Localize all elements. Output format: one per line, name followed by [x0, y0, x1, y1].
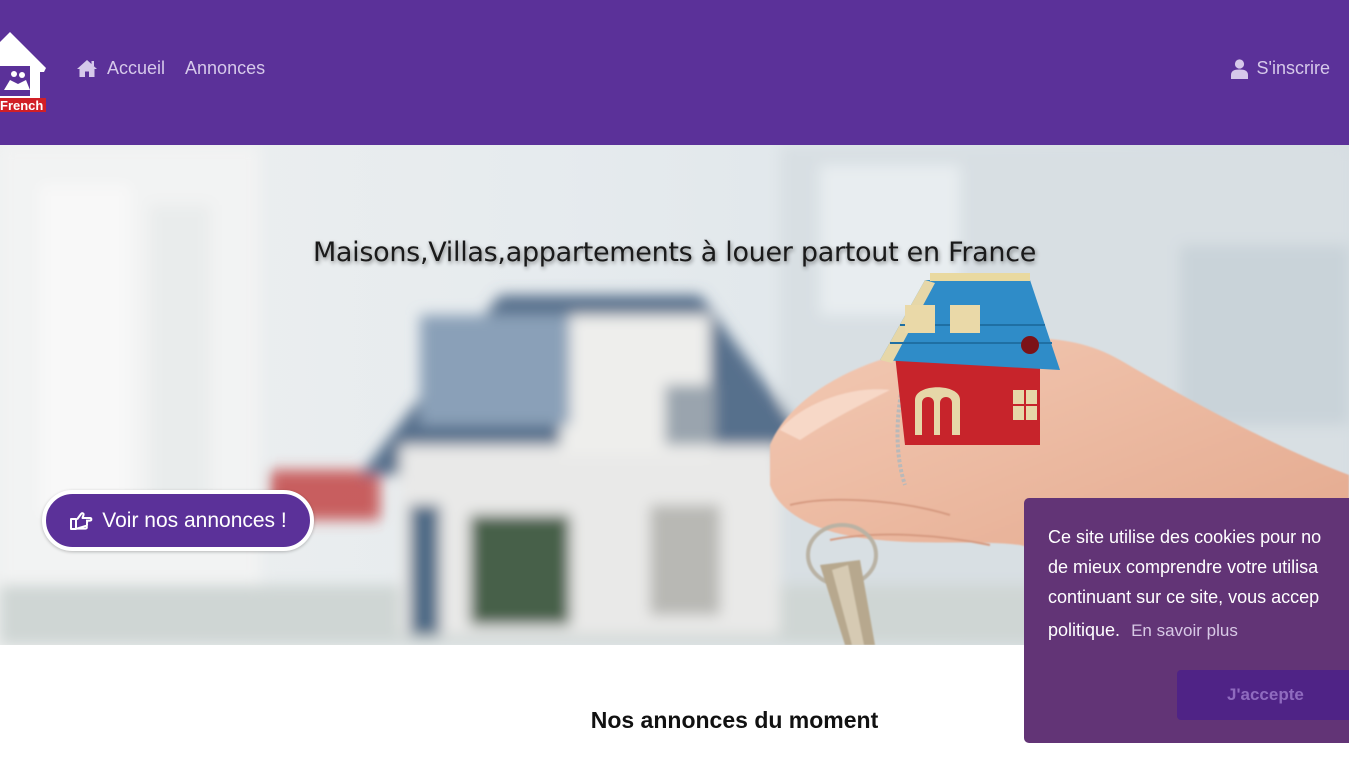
- cookie-text-line: continuant sur ce site, vous accep: [1048, 587, 1320, 607]
- cookie-learn-more-link[interactable]: En savoir plus: [1131, 621, 1238, 640]
- see-listings-label: Voir nos annonces !: [102, 508, 287, 532]
- hand-pointer-icon: [70, 511, 93, 530]
- nav-annonces-label: Annonces: [185, 58, 266, 78]
- main-nav: Accueil Annonces: [76, 58, 285, 79]
- home-icon: [77, 60, 97, 77]
- logo-text: French: [0, 98, 43, 113]
- nav-home-link[interactable]: Accueil: [76, 58, 165, 79]
- site-logo[interactable]: French: [0, 30, 48, 114]
- cookie-accept-button[interactable]: J'accepte: [1177, 670, 1349, 720]
- user-icon: [1230, 58, 1248, 79]
- cookie-accept-label: J'accepte: [1227, 685, 1304, 704]
- signup-link[interactable]: S'inscrire: [1230, 58, 1330, 79]
- hero-title: Maisons,Villas,appartements à louer part…: [312, 237, 1037, 268]
- cookie-text-last-line: politique. En savoir plus: [1048, 615, 1349, 646]
- nav-home-label: Accueil: [107, 58, 166, 78]
- see-listings-button[interactable]: Voir nos annonces !: [42, 490, 314, 551]
- signup-label: S'inscrire: [1256, 58, 1330, 78]
- cookie-text-line: de mieux comprendre votre utilisa: [1048, 557, 1319, 577]
- site-header: French Accueil Annonces S'inscrire: [0, 0, 1349, 145]
- nav-annonces-link[interactable]: Annonces: [185, 58, 265, 79]
- cookie-text-policy: politique.: [1048, 620, 1121, 640]
- cookie-text-line: Ce site utilise des cookies pour no: [1048, 527, 1322, 547]
- cookie-banner: Ce site utilise des cookies pour no de m…: [1024, 498, 1349, 743]
